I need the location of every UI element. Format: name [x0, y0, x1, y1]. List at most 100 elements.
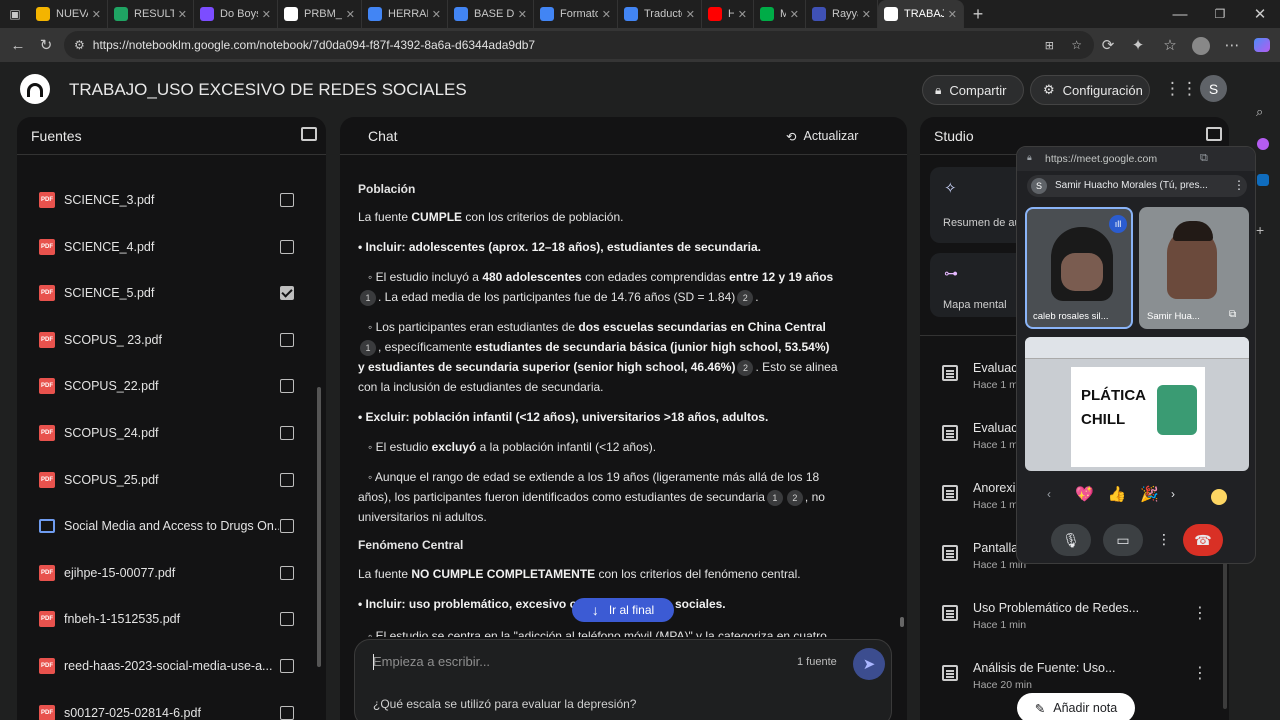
- close-tab-icon[interactable]: ✕: [790, 8, 799, 21]
- close-tab-icon[interactable]: ✕: [602, 8, 611, 21]
- camera-button[interactable]: ▭: [1103, 524, 1143, 556]
- browser-tab[interactable]: TRABAJ ✕: [878, 0, 964, 28]
- browser-tab[interactable]: Formato ✕: [534, 0, 618, 28]
- browser-tab[interactable]: HERRAM ✕: [362, 0, 448, 28]
- sources-scrollbar[interactable]: [317, 387, 321, 667]
- close-tab-icon[interactable]: ✕: [518, 8, 527, 21]
- source-checkbox[interactable]: [280, 286, 294, 301]
- install-app-icon[interactable]: ⊞: [1045, 39, 1054, 52]
- pin-icon[interactable]: ⧉: [1229, 309, 1236, 320]
- note-item[interactable]: Uso Problemático de Redes... Hace 1 min ⋮: [920, 591, 1225, 651]
- leave-call-button[interactable]: ☎︎: [1183, 524, 1223, 556]
- source-item[interactable]: PDF fnbeh-1-1512535.pdf: [17, 599, 326, 639]
- presenter-bar[interactable]: S Samir Huacho Morales (Tú, pres... ⋮: [1027, 175, 1247, 197]
- reaction-emoji[interactable]: 👍: [1108, 485, 1127, 503]
- send-button[interactable]: ➤: [853, 648, 885, 680]
- source-checkbox[interactable]: [280, 379, 294, 394]
- citation-chip[interactable]: 2: [737, 359, 754, 376]
- extensions-icon[interactable]: ⟳: [1094, 31, 1122, 59]
- puzzle-icon[interactable]: ✦: [1124, 31, 1152, 59]
- notebooklm-logo-icon[interactable]: [20, 74, 50, 104]
- close-tab-icon[interactable]: ✕: [948, 8, 957, 21]
- participant-tile[interactable]: ıll caleb rosales sil...: [1025, 207, 1133, 329]
- profile-avatar[interactable]: [1192, 37, 1210, 55]
- browser-tab[interactable]: RESULTA ✕: [108, 0, 194, 28]
- browser-tab[interactable]: Ha ✕: [702, 0, 754, 28]
- source-item[interactable]: PDF SCOPUS_25.pdf: [17, 460, 326, 500]
- reaction-emoji[interactable]: 🎉: [1140, 485, 1159, 503]
- browser-tab[interactable]: BASE DE ✕: [448, 0, 534, 28]
- close-tab-icon[interactable]: ✕: [432, 8, 441, 21]
- search-icon[interactable]: ⌕: [1256, 104, 1263, 120]
- copilot-sidebar-icon[interactable]: [1257, 138, 1269, 150]
- back-icon[interactable]: ←: [4, 31, 32, 59]
- source-checkbox[interactable]: [280, 519, 294, 534]
- more-vert-icon[interactable]: ⋮: [1233, 178, 1245, 192]
- browser-tab[interactable]: Do Boys ✕: [194, 0, 278, 28]
- mic-button[interactable]: 🎙︎: [1051, 524, 1091, 556]
- tab-search-icon[interactable]: ▣: [0, 0, 30, 28]
- close-tab-icon[interactable]: ✕: [862, 8, 871, 21]
- source-checkbox[interactable]: [280, 332, 294, 347]
- source-checkbox[interactable]: [280, 705, 294, 720]
- more-browser-icon[interactable]: ⋯: [1218, 31, 1246, 59]
- close-tab-icon[interactable]: ✕: [262, 8, 271, 21]
- minimize-icon[interactable]: —: [1160, 0, 1200, 28]
- back-to-tab-icon[interactable]: ⧉: [1200, 152, 1208, 165]
- next-reaction-icon[interactable]: ›: [1171, 487, 1175, 501]
- add-sidebar-icon[interactable]: +: [1256, 222, 1264, 238]
- source-checkbox[interactable]: [280, 565, 294, 580]
- source-item[interactable]: PDF ejihpe-15-00077.pdf: [17, 553, 326, 593]
- settings-button[interactable]: ⚙ Configuración: [1030, 75, 1150, 105]
- source-item[interactable]: PDF SCOPUS_24.pdf: [17, 413, 326, 453]
- prev-reaction-icon[interactable]: ‹: [1047, 487, 1051, 501]
- source-item[interactable]: PDF SCIENCE_3.pdf: [17, 180, 326, 220]
- source-item[interactable]: PDF SCOPUS_22.pdf: [17, 366, 326, 406]
- source-item[interactable]: PDF reed-haas-2023-social-media-use-a...: [17, 646, 326, 686]
- screen-share-tile[interactable]: PLÁTICA CHILL: [1025, 337, 1249, 471]
- source-item[interactable]: PDF SCIENCE_4.pdf: [17, 227, 326, 267]
- source-checkbox[interactable]: [280, 193, 294, 207]
- new-tab-button[interactable]: +: [964, 0, 992, 28]
- source-checkbox[interactable]: [280, 612, 294, 627]
- close-tab-icon[interactable]: ✕: [738, 8, 747, 21]
- more-vert-icon[interactable]: ⋮: [1192, 603, 1208, 623]
- close-tab-icon[interactable]: ✕: [686, 8, 695, 21]
- chat-scrollbar[interactable]: [900, 617, 904, 627]
- browser-tab[interactable]: Rayyan ✕: [806, 0, 878, 28]
- browser-tab[interactable]: PRBM_A ✕: [278, 0, 362, 28]
- bookmark-star-icon[interactable]: ☆: [1071, 38, 1082, 52]
- notebook-title[interactable]: TRABAJO_USO EXCESIVO DE REDES SOCIALES: [69, 80, 467, 100]
- source-checkbox[interactable]: [280, 426, 294, 440]
- emoji-skin-tone-icon[interactable]: [1211, 489, 1227, 505]
- browser-tab[interactable]: NUEVA T ✕: [30, 0, 108, 28]
- reaction-emoji[interactable]: 💖: [1075, 485, 1094, 503]
- refresh-button[interactable]: ⟲ Actualizar: [786, 123, 858, 149]
- favorites-icon[interactable]: ☆: [1156, 31, 1184, 59]
- source-item[interactable]: PDF SCIENCE_5.pdf: [17, 273, 326, 313]
- source-item[interactable]: PDF s00127-025-02814-6.pdf: [17, 693, 326, 720]
- maximize-icon[interactable]: ❐: [1200, 0, 1240, 28]
- more-vert-icon[interactable]: ⋮: [1192, 663, 1208, 683]
- outlook-icon[interactable]: [1257, 174, 1269, 186]
- source-checkbox[interactable]: [280, 472, 294, 487]
- more-options-icon[interactable]: ⋮: [1157, 531, 1171, 548]
- browser-tab[interactable]: Me ✕: [754, 0, 806, 28]
- source-item[interactable]: Social Media and Access to Drugs On...: [17, 506, 326, 546]
- close-tab-icon[interactable]: ✕: [346, 8, 355, 21]
- suggested-question[interactable]: ¿Qué escala se utilizó para evaluar la d…: [373, 697, 636, 711]
- citation-chip[interactable]: 1: [360, 289, 376, 306]
- citation-chip[interactable]: 2: [786, 489, 803, 506]
- citation-chip[interactable]: 2: [737, 289, 754, 306]
- source-item[interactable]: PDF SCOPUS_ 23.pdf: [17, 320, 326, 360]
- source-checkbox[interactable]: [280, 659, 294, 673]
- collapse-panel-icon[interactable]: [301, 127, 317, 141]
- address-bar[interactable]: ⚙ https://notebooklm.google.com/notebook…: [64, 31, 1094, 59]
- citation-chip[interactable]: 1: [766, 489, 783, 506]
- chat-input[interactable]: Empieza a escribir...: [373, 654, 490, 669]
- share-button[interactable]: 🔒︎ Compartir: [922, 75, 1024, 105]
- participant-tile[interactable]: Samir Hua... ⧉: [1139, 207, 1249, 329]
- close-tab-icon[interactable]: ✕: [178, 8, 187, 21]
- citation-chip[interactable]: 1: [360, 339, 376, 356]
- close-window-icon[interactable]: ✕: [1240, 0, 1280, 28]
